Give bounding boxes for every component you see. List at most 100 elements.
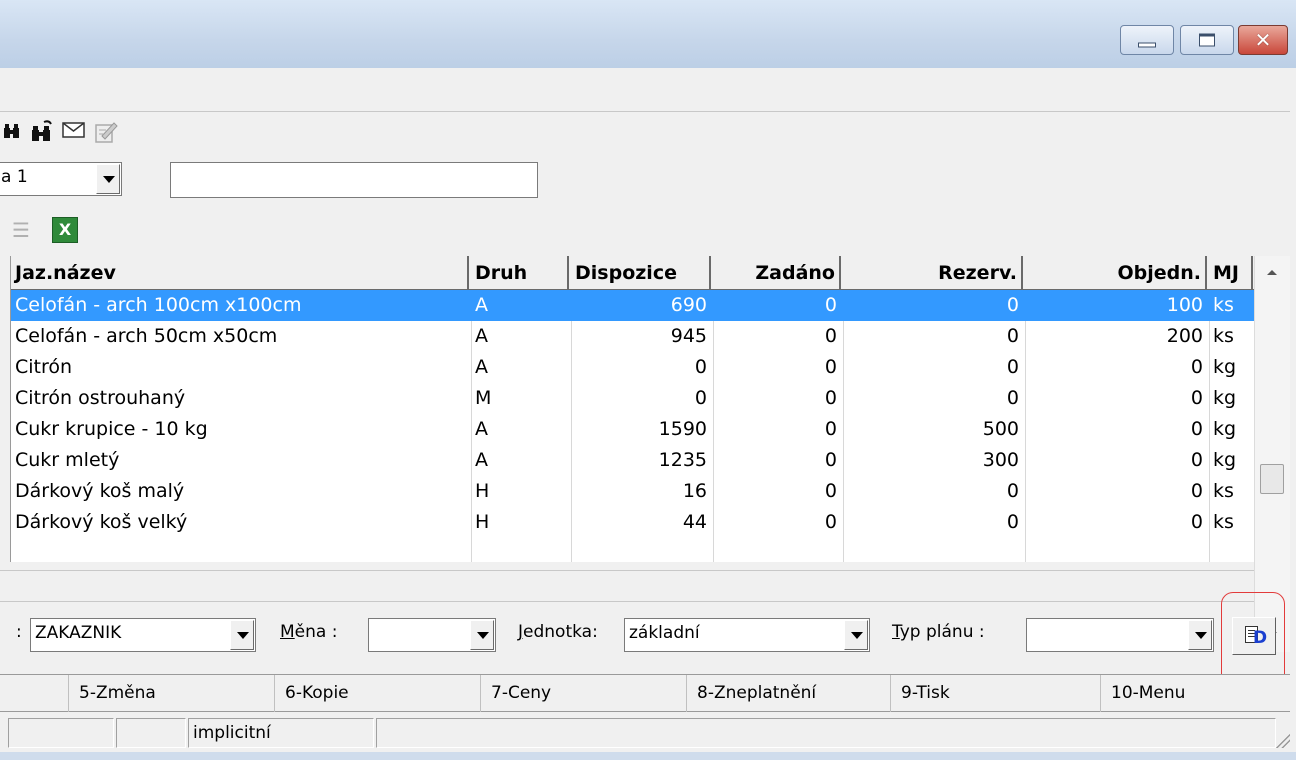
table-row[interactable]: Citrón ostrouhaný M 0 0 0 0 kg bbox=[11, 383, 1255, 414]
minimize-icon bbox=[1138, 42, 1156, 48]
plan-type-label: Typ plánu : bbox=[892, 622, 985, 642]
cell-dispozice: 1590 bbox=[658, 418, 707, 440]
menu-bar bbox=[0, 68, 1290, 112]
table-row[interactable]: Dárkový koš malý H 16 0 0 0 ks bbox=[11, 476, 1255, 507]
fkey-prices[interactable]: 7-Ceny bbox=[480, 675, 686, 712]
fkey-copy[interactable]: 6-Kopie bbox=[274, 675, 480, 712]
table-row[interactable]: Dárkový koš velký H 44 0 0 0 ks bbox=[11, 507, 1255, 538]
cell-objedn: 100 bbox=[1166, 294, 1203, 316]
cell-dispozice: 1235 bbox=[658, 449, 707, 471]
currency-select[interactable] bbox=[368, 618, 496, 652]
column-header-rezerv[interactable]: Rezerv. bbox=[843, 256, 1023, 290]
title-bar: ✕ bbox=[0, 0, 1296, 68]
scroll-up-icon[interactable] bbox=[1267, 270, 1277, 275]
column-header-name[interactable]: Jaz.název bbox=[11, 256, 469, 290]
customer-select-value: ZAKAZNIK bbox=[35, 623, 122, 643]
fkey-invalidate[interactable]: 8-Zneplatnění bbox=[686, 675, 890, 712]
cell-dispozice: 945 bbox=[670, 325, 707, 347]
view-select[interactable]: a 1 bbox=[0, 162, 122, 196]
excel-export-icon[interactable]: X bbox=[52, 217, 78, 243]
cell-druh: A bbox=[475, 294, 488, 316]
grid-toolbar: ☰ X bbox=[0, 214, 200, 248]
cell-druh: A bbox=[475, 418, 488, 440]
cell-druh: A bbox=[475, 325, 488, 347]
cell-zadano: 0 bbox=[824, 356, 837, 378]
cell-druh: H bbox=[475, 511, 490, 533]
status-panel-2 bbox=[116, 718, 186, 748]
cell-name: Cukr krupice - 10 kg bbox=[15, 418, 208, 440]
table-row[interactable]: Cukr mletý A 1235 0 300 0 kg bbox=[11, 445, 1255, 476]
column-header-dispozice[interactable]: Dispozice bbox=[571, 256, 711, 290]
chevron-down-icon[interactable] bbox=[470, 620, 494, 650]
minimize-button[interactable] bbox=[1120, 25, 1174, 55]
edit-note-icon[interactable] bbox=[94, 120, 118, 151]
fkey-change[interactable]: 5-Změna bbox=[68, 675, 274, 712]
column-header-mj[interactable]: MJ bbox=[1209, 256, 1253, 290]
close-icon: ✕ bbox=[1254, 28, 1272, 52]
cell-zadano: 0 bbox=[824, 480, 837, 502]
cell-rezerv: 0 bbox=[1006, 480, 1019, 502]
cell-rezerv: 0 bbox=[1006, 387, 1019, 409]
cell-objedn: 0 bbox=[1190, 480, 1203, 502]
cell-druh: A bbox=[475, 356, 488, 378]
cell-dispozice: 0 bbox=[694, 356, 707, 378]
fkey-menu[interactable]: 10-Menu bbox=[1100, 675, 1290, 712]
cell-name: Citrón bbox=[15, 356, 73, 378]
cell-name: Dárkový koš malý bbox=[15, 480, 185, 502]
filter-bar: : ZAKAZNIK Měna : Jednotka: základní Typ… bbox=[0, 612, 1296, 662]
plan-type-select[interactable] bbox=[1026, 618, 1214, 652]
column-header-druh[interactable]: Druh bbox=[471, 256, 569, 290]
table-row[interactable]: Celofán - arch 100cm x100cm A 690 0 0 100 ks bbox=[11, 290, 1255, 321]
binoculars-replace-icon[interactable] bbox=[30, 120, 54, 151]
cell-mj: ks bbox=[1213, 294, 1234, 316]
cell-rezerv: 0 bbox=[1006, 294, 1019, 316]
cell-rezerv: 500 bbox=[982, 418, 1019, 440]
envelope-icon[interactable] bbox=[62, 120, 86, 147]
cell-zadano: 0 bbox=[824, 325, 837, 347]
selector-row: a 1 bbox=[0, 160, 600, 200]
maximize-button[interactable] bbox=[1180, 25, 1234, 55]
customer-label: : bbox=[16, 622, 22, 642]
resize-grip-icon[interactable] bbox=[1274, 732, 1290, 748]
cell-name: Dárkový koš velký bbox=[15, 511, 188, 533]
table-row[interactable]: Celofán - arch 50cm x50cm A 945 0 0 200 ks bbox=[11, 321, 1255, 352]
cell-zadano: 0 bbox=[824, 511, 837, 533]
window-bottom-border bbox=[0, 752, 1296, 760]
cell-objedn: 0 bbox=[1190, 387, 1203, 409]
main-toolbar bbox=[0, 112, 1290, 152]
column-header-zadano[interactable]: Zadáno bbox=[713, 256, 841, 290]
cell-rezerv: 0 bbox=[1006, 356, 1019, 378]
cell-mj: ks bbox=[1213, 325, 1234, 347]
chevron-down-icon[interactable] bbox=[230, 620, 254, 650]
unit-label: Jednotka: bbox=[518, 622, 598, 642]
cell-objedn: 0 bbox=[1190, 511, 1203, 533]
table-row[interactable]: Cukr krupice - 10 kg A 1590 0 500 0 kg bbox=[11, 414, 1255, 445]
table-row[interactable]: Citrón A 0 0 0 0 kg bbox=[11, 352, 1255, 383]
cell-objedn: 200 bbox=[1166, 325, 1203, 347]
cell-zadano: 0 bbox=[824, 449, 837, 471]
chevron-down-icon[interactable] bbox=[1188, 620, 1212, 650]
chevron-down-icon[interactable] bbox=[96, 164, 120, 194]
customer-select[interactable]: ZAKAZNIK bbox=[30, 618, 256, 652]
maximize-icon bbox=[1199, 33, 1215, 47]
chevron-down-icon[interactable] bbox=[844, 620, 868, 650]
cell-mj: kg bbox=[1213, 418, 1237, 440]
cell-rezerv: 300 bbox=[982, 449, 1019, 471]
cell-zadano: 0 bbox=[824, 418, 837, 440]
cell-rezerv: 0 bbox=[1006, 325, 1019, 347]
function-key-bar: 5-Změna 6-Kopie 7-Ceny 8-Zneplatnění 9-T… bbox=[0, 674, 1290, 712]
close-button[interactable]: ✕ bbox=[1238, 25, 1288, 55]
binoculars-icon[interactable] bbox=[2, 120, 22, 149]
cell-name: Celofán - arch 100cm x100cm bbox=[15, 294, 302, 316]
cell-objedn: 0 bbox=[1190, 418, 1203, 440]
column-header-objedn[interactable]: Objedn. bbox=[1025, 256, 1207, 290]
unit-select[interactable]: základní bbox=[624, 618, 870, 652]
panel-separator bbox=[0, 570, 1254, 602]
search-input[interactable] bbox=[170, 162, 538, 198]
app-window: a 1 ☰ X Jaz.název Druh Dispozice Zadáno … bbox=[0, 68, 1296, 760]
unit-select-value: základní bbox=[629, 623, 700, 643]
fkey-print[interactable]: 9-Tisk bbox=[890, 675, 1100, 712]
list-icon[interactable]: ☰ bbox=[12, 218, 30, 242]
scrollbar-thumb[interactable] bbox=[1260, 464, 1284, 494]
items-table: Jaz.název Druh Dispozice Zadáno Rezerv. … bbox=[10, 256, 1255, 562]
